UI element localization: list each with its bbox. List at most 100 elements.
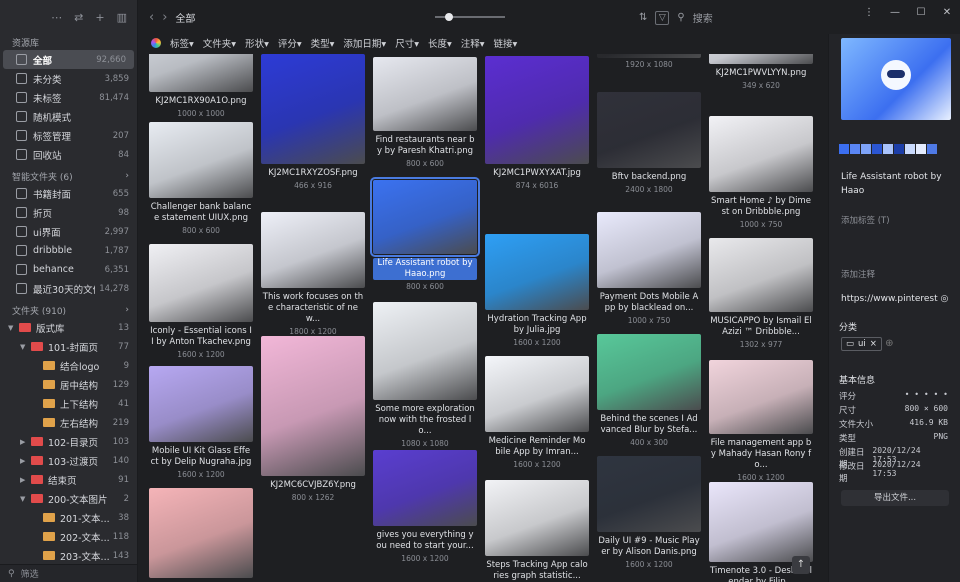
image-card[interactable]: Daily UI #9 - Music Player by Alison Dan… [597, 456, 701, 569]
color-filter-icon[interactable] [151, 38, 161, 48]
image-card[interactable]: 1920 x 1080 [597, 54, 701, 69]
thumbnail-image[interactable] [597, 54, 701, 58]
expand-icon[interactable]: ▼ [20, 343, 29, 351]
filter-dropdown[interactable]: 评分▾ [278, 36, 302, 50]
image-card[interactable]: KJ2MC1RX90A1O.png 1000 x 1000 [149, 54, 253, 118]
image-card[interactable]: Life Assistant robot by Haao.png 800 x 60… [370, 177, 480, 291]
pin-icon[interactable]: ⋮ [856, 0, 882, 26]
thumbnail-image[interactable] [149, 54, 253, 92]
add-category-icon[interactable]: ⊕ [885, 338, 893, 349]
filter-dropdown[interactable]: 添加日期▾ [343, 36, 386, 50]
folder-item[interactable]: 202-文本... 118 [0, 527, 137, 546]
folder-item[interactable]: 203-文本... 143 [0, 546, 137, 565]
image-card[interactable]: Steps Tracking App calories graph statis… [485, 480, 589, 582]
filter-dropdown[interactable]: 文件夹▾ [203, 36, 236, 50]
filter-dropdown[interactable]: 注释▾ [461, 36, 485, 50]
thumbnail-image[interactable] [149, 122, 253, 198]
thumbnail-image[interactable] [485, 56, 589, 164]
expand-icon[interactable]: ▶ [20, 476, 29, 484]
filter-dropdown[interactable]: 链接▾ [494, 36, 518, 50]
filter-dropdown[interactable]: 形状▾ [245, 36, 269, 50]
swatch[interactable] [894, 144, 904, 154]
sidebar-item[interactable]: 最近30天的文件 14,278 [0, 279, 137, 298]
remove-icon[interactable]: × [870, 339, 877, 349]
link-icon[interactable]: ◎ [941, 294, 949, 304]
thumbnail-image[interactable] [261, 54, 365, 164]
sidebar-item[interactable]: ui界面 2,997 [0, 222, 137, 241]
filter-dropdown[interactable]: 标签▾ [170, 36, 194, 50]
category-chip[interactable]: ▭ ui × [841, 337, 882, 351]
image-card[interactable]: MUSICAPPO by Ismail El Azizi ™ Dribbble.… [709, 238, 813, 349]
image-card[interactable]: KJ2MC1RXYZOSF.png 466 x 916 [261, 54, 365, 190]
image-card[interactable]: Challenger bank balance statement UIUX.p… [149, 122, 253, 235]
filter-dropdown[interactable]: 尺寸▾ [395, 36, 419, 50]
thumbnail-image[interactable] [597, 92, 701, 168]
sidebar-item[interactable]: 未分类 3,859 [0, 69, 137, 88]
search-input[interactable]: 搜索 [693, 10, 713, 25]
image-card[interactable]: KJ2MC1PWVLYYN.png 349 x 620 [709, 54, 813, 90]
filter-dropdown[interactable]: 长度▾ [428, 36, 452, 50]
panel-icon[interactable]: ▥ [117, 11, 127, 24]
image-card[interactable]: File management app by Mahady Hasan Rony… [709, 360, 813, 482]
thumbnail-image[interactable] [370, 177, 480, 257]
thumbnail-image[interactable] [597, 334, 701, 410]
item-title[interactable]: Life Assistant robot by Haao [841, 170, 954, 198]
zoom-slider[interactable] [435, 13, 505, 21]
expand-icon[interactable]: ▶ [20, 457, 29, 465]
thumbnail-image[interactable] [485, 356, 589, 432]
thumbnail-image[interactable] [261, 336, 365, 476]
expand-icon[interactable]: ▼ [8, 324, 17, 332]
image-card[interactable]: Iconly - Essential icons II by Anton Tka… [149, 244, 253, 359]
thumbnail-image[interactable] [485, 480, 589, 556]
thumbnail-image[interactable] [149, 488, 253, 578]
thumbnail-image[interactable] [373, 57, 477, 131]
thumbnail-image[interactable] [709, 360, 813, 434]
image-card[interactable]: KJ2MC6CVJBZ6Y.png 800 x 1262 [261, 336, 365, 502]
folder-item[interactable]: 居中结构 129 [0, 375, 137, 394]
scroll-top-button[interactable]: ↑ [792, 556, 810, 574]
sidebar-item[interactable]: 书籍封面 655 [0, 184, 137, 203]
thumbnail-image[interactable] [373, 450, 477, 526]
maximize-button[interactable]: ☐ [908, 0, 934, 26]
zoom-slider-knob[interactable] [445, 13, 453, 21]
thumbnail-image[interactable] [149, 244, 253, 322]
swatch[interactable] [905, 144, 915, 154]
export-button[interactable]: 导出文件... [841, 490, 949, 506]
thumbnail-image[interactable] [485, 234, 589, 310]
image-card[interactable]: Behind the scenes I Advanced Blur by Ste… [597, 334, 701, 447]
add-icon[interactable]: + [95, 11, 104, 24]
image-card[interactable]: Hydration Tracking App by Julia.jpg 1600 … [485, 234, 589, 347]
filter-toggle-icon[interactable]: ▽ [655, 10, 670, 25]
swatch[interactable] [839, 144, 849, 154]
sidebar-item[interactable]: 未标签 81,474 [0, 88, 137, 107]
more-icon[interactable]: ⋯ [51, 11, 62, 24]
folder-item[interactable]: 结合logo 9 [0, 356, 137, 375]
expand-icon[interactable]: ▶ [20, 438, 29, 446]
forward-icon[interactable]: › [162, 10, 167, 25]
swatch[interactable] [927, 144, 937, 154]
image-card[interactable]: Find restaurants near by by Paresh Khatr… [373, 57, 477, 168]
swatch[interactable] [916, 144, 926, 154]
thumbnail-image[interactable] [709, 116, 813, 192]
image-card[interactable]: Smart Home ♪ by Dimest on Dribbble.png 10… [709, 116, 813, 229]
folder-item[interactable]: ▶ 结束页 91 [0, 470, 137, 489]
filter-bar[interactable]: ⚲ 筛选 [0, 564, 137, 582]
sidebar-item[interactable]: 回收站 84 [0, 145, 137, 164]
folder-item[interactable]: 上下结构 41 [0, 394, 137, 413]
sidebar-item[interactable]: 标签管理 207 [0, 126, 137, 145]
filter-dropdown[interactable]: 类型▾ [311, 36, 335, 50]
sidebar-item[interactable]: dribbble 1,787 [0, 241, 137, 260]
back-icon[interactable]: ‹ [149, 10, 154, 25]
thumbnail-image[interactable] [597, 212, 701, 288]
preview-image[interactable] [841, 38, 951, 120]
image-card[interactable]: Mobile UI Kit Glass Effect by Delip Nugr… [149, 366, 253, 479]
add-tag-field[interactable]: 添加标签 (T) [841, 214, 954, 226]
image-card[interactable]: Some more exploration now with the frost… [373, 302, 477, 448]
sort-order-icon[interactable]: ⇅ [639, 12, 647, 23]
search-icon[interactable]: ⚲ [677, 12, 684, 23]
image-card[interactable]: KJ2MC1PWXYXAT.jpg 874 x 6016 [485, 56, 589, 190]
minimize-button[interactable]: — [882, 0, 908, 26]
folder-item[interactable]: ▼ 版式库 13 [0, 318, 137, 337]
close-button[interactable]: ✕ [934, 0, 960, 26]
add-note-field[interactable]: 添加注释 [841, 268, 954, 280]
